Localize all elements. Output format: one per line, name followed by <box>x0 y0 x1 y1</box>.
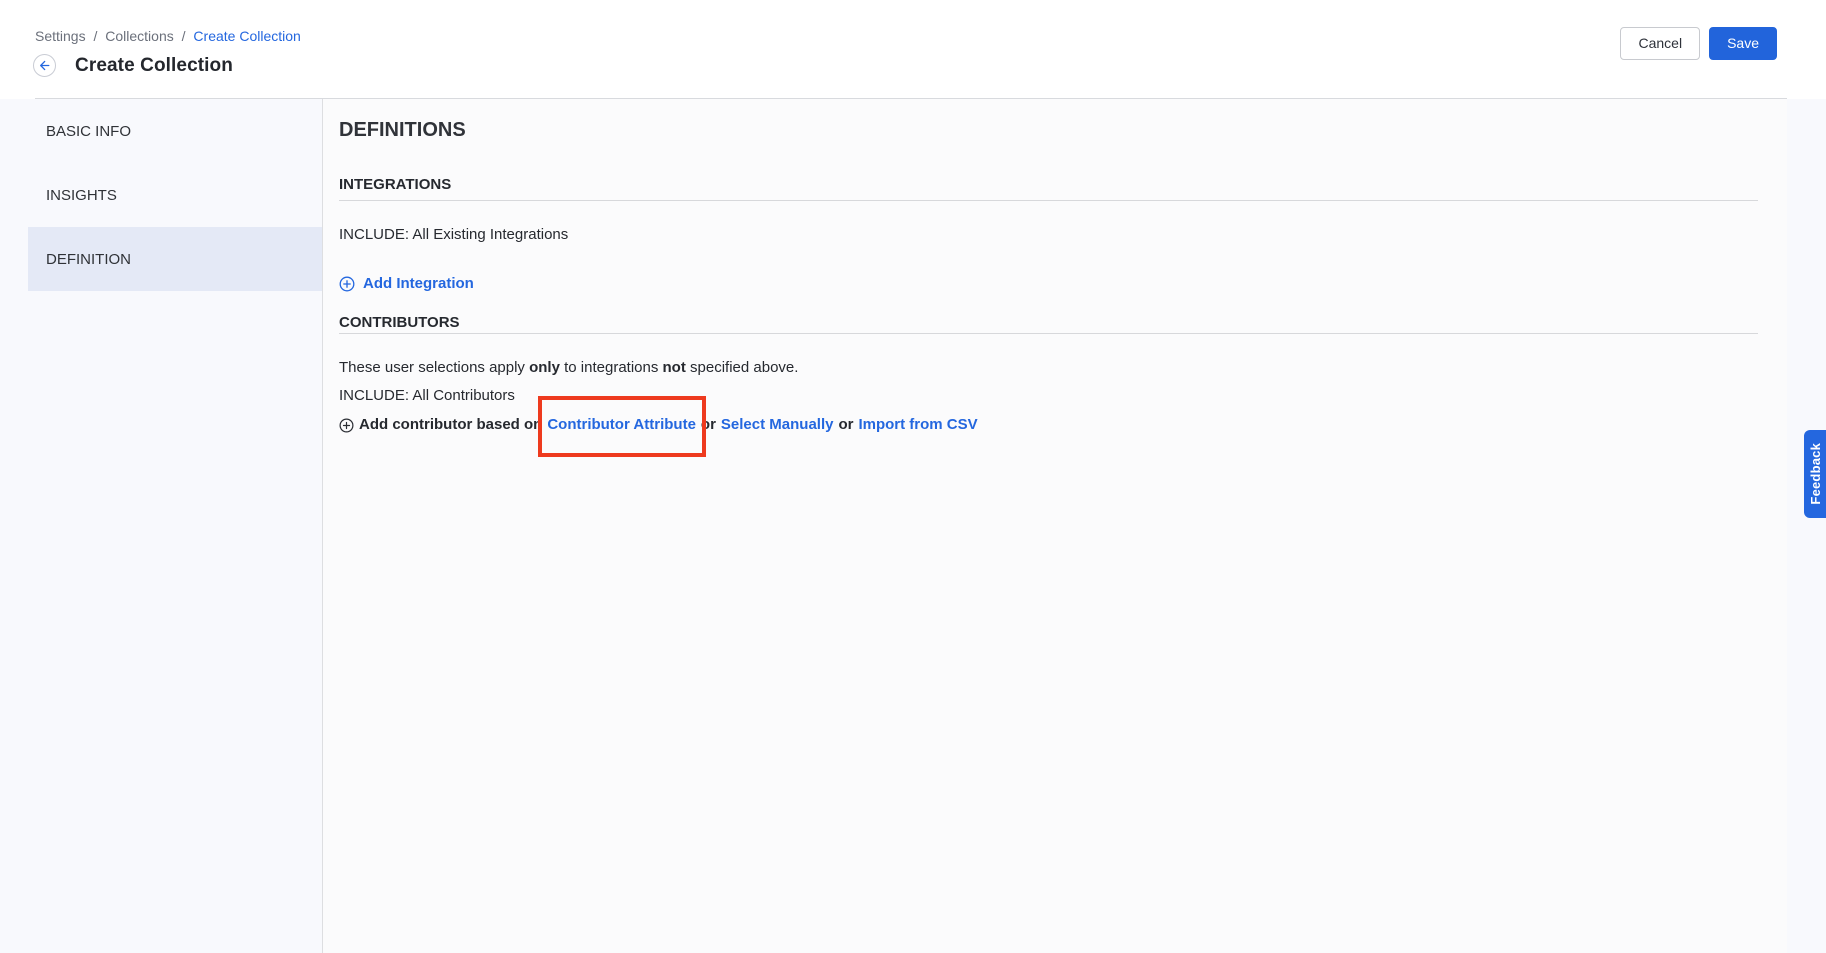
contributors-note: These user selections apply only to inte… <box>339 358 1758 378</box>
sidebar: BASIC INFO INSIGHTS DEFINITION <box>0 99 322 953</box>
integrations-section: INTEGRATIONS INCLUDE: All Existing Integ… <box>339 177 1758 292</box>
add-integration-label: Add Integration <box>363 275 474 292</box>
body: BASIC INFO INSIGHTS DEFINITION DEFINITIO… <box>0 99 1826 953</box>
right-background-strip <box>1787 99 1826 953</box>
header: Settings / Collections / Create Collecti… <box>0 0 1826 99</box>
breadcrumb-separator: / <box>93 28 97 44</box>
or-text: or <box>701 415 716 435</box>
page: Settings / Collections / Create Collecti… <box>0 0 1826 953</box>
contributors-include-text: INCLUDE: All Contributors <box>339 386 1758 406</box>
add-contributor-prefix: Add contributor based on <box>359 415 542 435</box>
breadcrumb-separator: / <box>182 28 186 44</box>
contributors-section: CONTRIBUTORS These user selections apply… <box>339 315 1758 435</box>
breadcrumb-link-settings[interactable]: Settings <box>35 28 86 44</box>
contributors-heading: CONTRIBUTORS <box>339 315 1758 334</box>
circle-plus-icon <box>339 276 355 292</box>
arrow-left-icon <box>38 59 51 72</box>
title-row: Create Collection <box>33 54 233 77</box>
cancel-button[interactable]: Cancel <box>1620 27 1700 60</box>
link-import-from-csv[interactable]: Import from CSV <box>858 415 977 435</box>
link-select-manually[interactable]: Select Manually <box>721 415 834 435</box>
header-actions: Cancel Save <box>1620 27 1777 60</box>
circle-plus-icon <box>339 418 354 433</box>
save-button[interactable]: Save <box>1709 27 1777 60</box>
add-integration-button[interactable]: Add Integration <box>339 275 474 292</box>
feedback-tab-label: Feedback <box>1808 443 1823 505</box>
breadcrumb-current[interactable]: Create Collection <box>193 28 300 44</box>
sidebar-item-basic-info[interactable]: BASIC INFO <box>0 99 322 163</box>
breadcrumb: Settings / Collections / Create Collecti… <box>35 27 301 45</box>
note-bold-not: not <box>663 359 686 376</box>
note-text: These user selections apply <box>339 359 529 376</box>
link-contributor-attribute[interactable]: Contributor Attribute <box>547 415 696 435</box>
integrations-include-text: INCLUDE: All Existing Integrations <box>339 225 1758 245</box>
note-bold-only: only <box>529 359 560 376</box>
add-contributor-row: Add contributor based on Contributor Att… <box>339 415 1758 435</box>
note-text: to integrations <box>560 359 663 376</box>
or-text: or <box>838 415 853 435</box>
integrations-heading: INTEGRATIONS <box>339 177 1758 201</box>
feedback-tab[interactable]: Feedback <box>1804 430 1826 518</box>
page-title: Create Collection <box>75 55 233 77</box>
sidebar-item-definition[interactable]: DEFINITION <box>28 227 322 291</box>
sidebar-item-insights[interactable]: INSIGHTS <box>0 163 322 227</box>
note-text: specified above. <box>686 359 799 376</box>
breadcrumb-link-collections[interactable]: Collections <box>105 28 173 44</box>
definitions-title: DEFINITIONS <box>339 117 1787 143</box>
back-button[interactable] <box>33 54 56 77</box>
main-content: DEFINITIONS INTEGRATIONS INCLUDE: All Ex… <box>323 99 1787 953</box>
